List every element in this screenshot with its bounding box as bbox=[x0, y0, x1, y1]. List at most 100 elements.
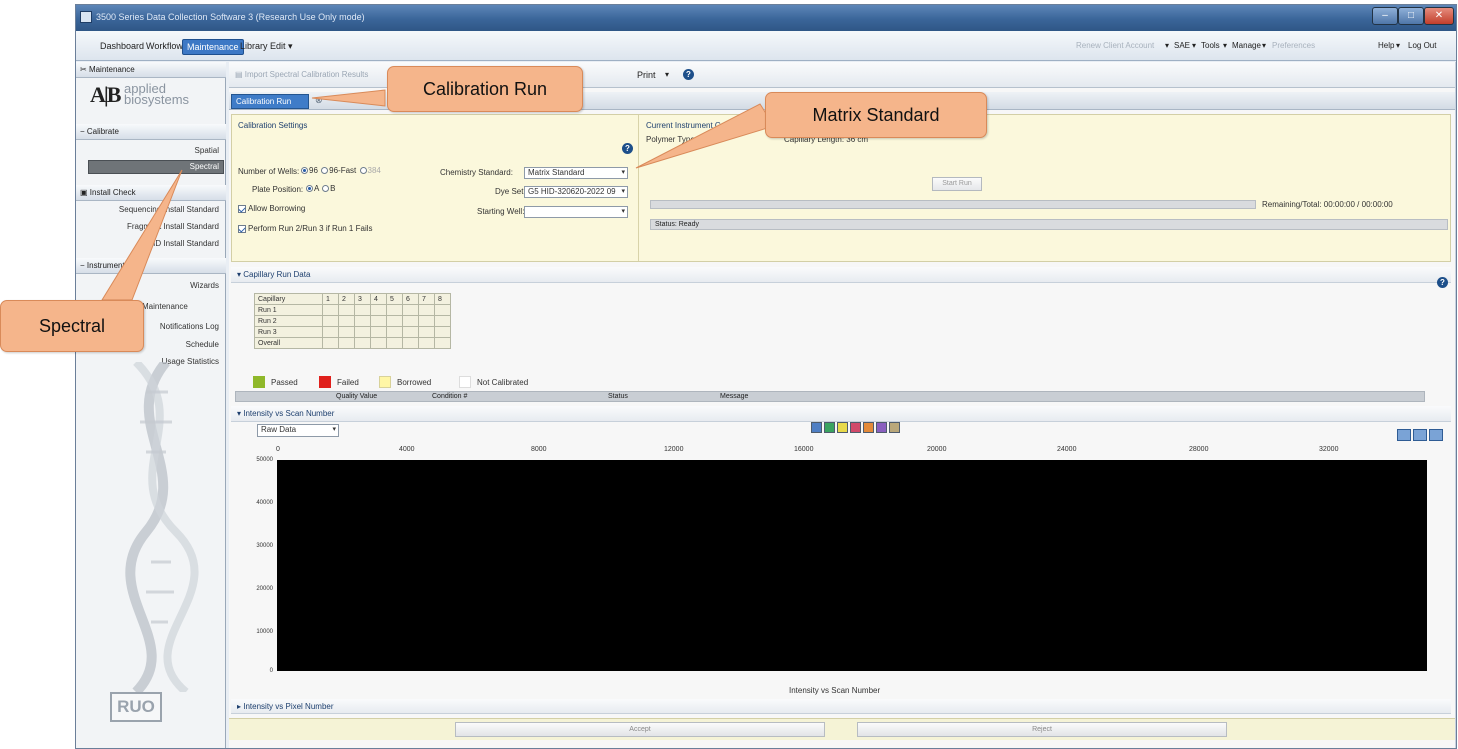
column-status[interactable]: Status bbox=[608, 393, 628, 400]
tab-edit[interactable]: Edit ▾ bbox=[266, 39, 297, 54]
dye-toggle-tan[interactable] bbox=[889, 422, 900, 433]
import-results-button[interactable]: ▤ Import Spectral Calibration Results bbox=[235, 70, 368, 79]
tab-workflow[interactable]: Workflow bbox=[142, 39, 187, 53]
wells-96-radio[interactable] bbox=[301, 167, 308, 175]
intensity-plot-area[interactable] bbox=[277, 460, 1427, 671]
dye-set-select[interactable]: G5 HID-320620-2022 09 ▾ bbox=[524, 186, 628, 198]
capillary-run-data-header[interactable]: ▾ Capillary Run Data bbox=[231, 267, 1451, 283]
print-button[interactable]: Print bbox=[637, 70, 656, 80]
maximize-button[interactable]: □ bbox=[1398, 7, 1424, 25]
chemistry-standard-select[interactable]: Matrix Standard ▾ bbox=[524, 167, 628, 179]
sidebar-item-spatial[interactable]: Spatial bbox=[195, 146, 219, 155]
wells-96fast-radio[interactable] bbox=[321, 167, 329, 175]
column-message[interactable]: Message bbox=[720, 393, 748, 400]
intensity-vs-scan-header[interactable]: ▾ Intensity vs Scan Number bbox=[231, 406, 1451, 422]
x-tick: 28000 bbox=[1189, 446, 1209, 453]
sidebar-item-spectral[interactable]: Spectral bbox=[88, 160, 224, 174]
plate-b-radio[interactable] bbox=[322, 185, 330, 193]
sidebar-item-wizards[interactable]: Wizards bbox=[190, 281, 219, 290]
reject-button[interactable]: Reject bbox=[857, 722, 1227, 737]
y-tick: 20000 bbox=[256, 586, 273, 592]
y-tick: 0 bbox=[269, 668, 273, 674]
sidebar-item-sequencing-install[interactable]: Sequencing Install Standard bbox=[119, 205, 219, 214]
run-progress-bar bbox=[650, 200, 1256, 209]
sidebar-item-hid-install[interactable]: HID Install Standard bbox=[147, 239, 219, 248]
accept-button[interactable]: Accept bbox=[455, 722, 825, 737]
help-menu[interactable]: Help bbox=[1378, 41, 1394, 50]
minimize-button[interactable]: – bbox=[1372, 7, 1398, 25]
left-navigation: ✂ Maintenance A|B applied biosystems − Ca… bbox=[76, 62, 226, 748]
legend-not-calibrated-swatch bbox=[459, 376, 471, 388]
starting-well-label: Starting Well: bbox=[477, 207, 525, 216]
chevron-down-icon[interactable]: ▾ bbox=[1396, 41, 1400, 50]
tab-maintenance[interactable]: Maintenance bbox=[182, 39, 244, 55]
callout-matrix-standard: Matrix Standard bbox=[765, 92, 987, 138]
capillary-grid-header: Quality Value Condition # Status Message bbox=[235, 391, 1425, 402]
preferences-link[interactable]: Preferences bbox=[1272, 41, 1315, 50]
sidebar-item-fragment-install[interactable]: Fragment Install Standard bbox=[127, 222, 219, 231]
chevron-down-icon: ▾ bbox=[621, 208, 625, 215]
install-icon: ▣ bbox=[80, 188, 90, 197]
dye-toggle-purple[interactable] bbox=[876, 422, 887, 433]
chevron-down-icon[interactable]: ▾ bbox=[1223, 41, 1227, 50]
legend-borrowed: Borrowed bbox=[397, 378, 432, 387]
wells-radio-group: 96 96-Fast 384 bbox=[300, 166, 381, 175]
sidebar-item-schedule[interactable]: Schedule bbox=[186, 340, 219, 349]
applied-biosystems-logo: A|B applied biosystems bbox=[90, 81, 190, 107]
table-row: Overall bbox=[254, 337, 451, 349]
view-split-icon[interactable] bbox=[1413, 429, 1427, 441]
dye-toggle-blue[interactable] bbox=[811, 422, 822, 433]
import-icon: ▤ bbox=[235, 70, 245, 79]
intensity-vs-pixel-header[interactable]: ▸ Intensity vs Pixel Number bbox=[231, 699, 1451, 714]
callout-calibration-run: Calibration Run bbox=[387, 66, 583, 112]
help-icon[interactable]: ? bbox=[622, 143, 633, 154]
chevron-down-icon[interactable]: ▾ bbox=[1192, 41, 1196, 50]
scrollbar[interactable] bbox=[1455, 62, 1456, 748]
legend-borrowed-swatch bbox=[379, 376, 391, 388]
column-condition[interactable]: Condition # bbox=[432, 393, 467, 400]
renew-client-account-link[interactable]: Renew Client Account bbox=[1076, 41, 1154, 50]
instrument-conditions-title: Current Instrument Conditions bbox=[646, 121, 753, 130]
wells-384-radio[interactable] bbox=[359, 167, 367, 175]
dye-toggle-red[interactable] bbox=[850, 422, 861, 433]
close-tab-icon[interactable]: ⊗ bbox=[315, 95, 323, 106]
help-icon[interactable]: ? bbox=[1437, 277, 1448, 288]
chevron-down-icon: ▾ bbox=[332, 426, 336, 433]
chevron-down-icon[interactable]: ▾ bbox=[1262, 41, 1266, 50]
y-tick: 50000 bbox=[256, 457, 273, 463]
chevron-down-icon[interactable]: ▾ bbox=[665, 70, 669, 79]
x-tick: 16000 bbox=[794, 446, 814, 453]
view-single-icon[interactable] bbox=[1397, 429, 1411, 441]
sidebar-item-notifications-log[interactable]: Notifications Log bbox=[160, 322, 219, 331]
perform-runs-checkbox[interactable]: Perform Run 2/Run 3 if Run 1 Fails bbox=[238, 224, 373, 233]
dye-toggle-yellow[interactable] bbox=[837, 422, 848, 433]
legend-failed: Failed bbox=[337, 378, 359, 387]
column-quality-value[interactable]: Quality Value bbox=[336, 393, 377, 400]
instrument-header[interactable]: − Instrument bbox=[76, 258, 226, 274]
dye-toggle-orange[interactable] bbox=[863, 422, 874, 433]
plate-a-radio[interactable] bbox=[306, 185, 313, 193]
zoom-reset-icon[interactable] bbox=[1429, 429, 1443, 441]
sae-menu[interactable]: SAE bbox=[1174, 41, 1190, 50]
sidebar-item-maintenance[interactable]: Maintenance bbox=[142, 302, 188, 311]
help-icon[interactable]: ? bbox=[683, 69, 694, 80]
dye-toggle-green[interactable] bbox=[824, 422, 835, 433]
start-run-button[interactable]: Start Run bbox=[932, 177, 982, 191]
tab-dashboard[interactable]: Dashboard bbox=[96, 39, 148, 53]
capillary-run-table: Capillary 1 2 3 4 5 6 7 8 Run 1 Run 2 Ru… bbox=[254, 293, 451, 349]
chevron-down-icon[interactable]: ▾ bbox=[1165, 41, 1169, 50]
tab-calibration-run[interactable]: Calibration Run bbox=[231, 94, 309, 109]
starting-well-select[interactable]: ▾ bbox=[524, 206, 628, 218]
close-button[interactable]: ✕ bbox=[1424, 7, 1454, 25]
data-type-select[interactable]: Raw Data ▾ bbox=[257, 424, 339, 437]
callout-spectral: Spectral bbox=[0, 300, 144, 352]
tools-menu[interactable]: Tools bbox=[1201, 41, 1220, 50]
log-out-link[interactable]: Log Out bbox=[1408, 41, 1436, 50]
manage-menu[interactable]: Manage bbox=[1232, 41, 1261, 50]
y-tick: 30000 bbox=[256, 543, 273, 549]
calibrate-header[interactable]: − Calibrate bbox=[76, 124, 226, 140]
allow-borrowing-checkbox[interactable]: Allow Borrowing bbox=[238, 204, 305, 213]
calibration-settings-title: Calibration Settings bbox=[238, 121, 308, 130]
install-check-header[interactable]: ▣ Install Check bbox=[76, 185, 226, 201]
table-row: Run 1 bbox=[254, 304, 451, 316]
